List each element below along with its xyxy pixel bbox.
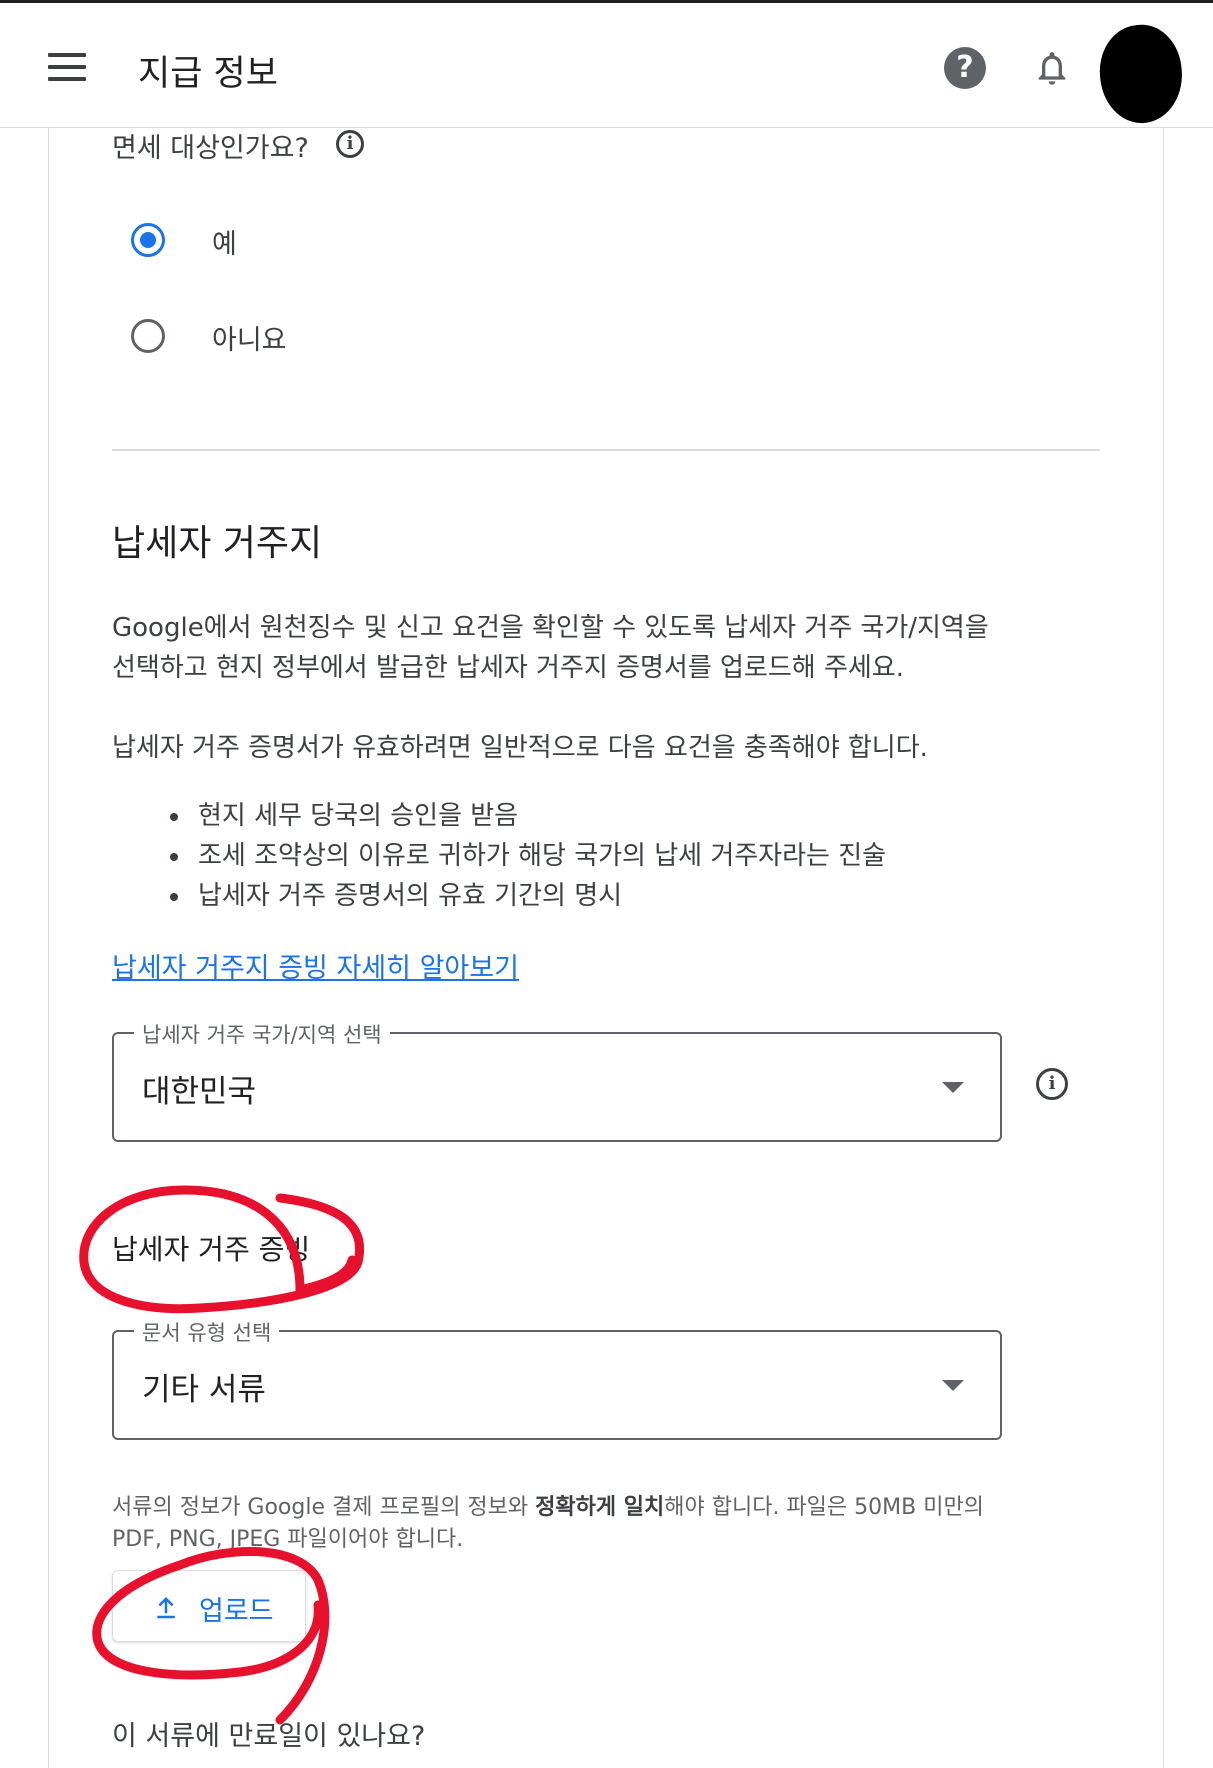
- upload-button-label: 업로드: [199, 1596, 274, 1627]
- list-item: 납세자 거주 증명서의 유효 기간의 명시: [192, 876, 886, 916]
- country-info-icon[interactable]: i: [1036, 1068, 1068, 1100]
- avatar[interactable]: [1093, 19, 1189, 129]
- help-icon[interactable]: ?: [944, 47, 986, 89]
- country-select-label: 납세자 거주 국가/지역 선택: [134, 1019, 390, 1049]
- radio-no[interactable]: [131, 319, 165, 353]
- requirements-list: 현지 세무 당국의 승인을 받음 조세 조약상의 이유로 귀하가 해당 국가의 …: [160, 796, 886, 916]
- list-item: 조세 조약상의 이유로 귀하가 해당 국가의 납세 거주자라는 진술: [192, 836, 886, 876]
- tax-exempt-info-icon[interactable]: i: [336, 130, 364, 158]
- radio-yes-label: 예: [212, 229, 237, 260]
- upload-hint-emphasis: 정확하게 일치: [535, 1495, 665, 1520]
- upload-button[interactable]: 업로드: [112, 1570, 306, 1642]
- menu-icon[interactable]: [48, 53, 86, 81]
- radio-no-label: 아니요: [212, 325, 287, 356]
- upload-hint-text: 서류의 정보가 Google 결제 프로필의 정보와: [112, 1495, 536, 1520]
- radio-yes[interactable]: [131, 223, 165, 257]
- tax-exempt-question: 면세 대상인가요?: [112, 133, 309, 164]
- residency-description: Google에서 원천징수 및 신고 요건을 확인할 수 있도록 납세자 거주 …: [112, 613, 989, 683]
- page-title: 지급 정보: [138, 54, 278, 94]
- section-divider: [112, 449, 1100, 451]
- chevron-down-icon: [942, 1082, 964, 1093]
- document-type-select[interactable]: 문서 유형 선택 기타 서류: [112, 1317, 1002, 1440]
- upload-hint: 서류의 정보가 Google 결제 프로필의 정보와 정확하게 일치해야 합니다…: [112, 1492, 992, 1556]
- document-type-select-label: 문서 유형 선택: [134, 1317, 280, 1347]
- upload-icon: [157, 1597, 175, 1619]
- requirements-intro: 납세자 거주 증명서가 유효하려면 일반적으로 다음 요건을 충족해야 합니다.: [112, 733, 928, 763]
- proof-section-title: 납세자 거주 증빙: [112, 1233, 311, 1266]
- expiry-question: 이 서류에 만료일이 있나요?: [112, 1721, 426, 1752]
- top-app-bar: 지급 정보 ?: [0, 0, 1213, 129]
- country-select-value: 대한민국: [142, 1074, 257, 1110]
- chevron-down-icon: [942, 1380, 964, 1391]
- list-item: 현지 세무 당국의 승인을 받음: [192, 796, 886, 836]
- notification-bell-icon[interactable]: [1032, 47, 1072, 89]
- learn-more-link[interactable]: 납세자 거주지 증빙 자세히 알아보기: [112, 946, 519, 985]
- residency-section-title: 납세자 거주지: [112, 523, 323, 564]
- document-type-select-value: 기타 서류: [142, 1372, 266, 1408]
- country-select[interactable]: 납세자 거주 국가/지역 선택 대한민국: [112, 1019, 1002, 1142]
